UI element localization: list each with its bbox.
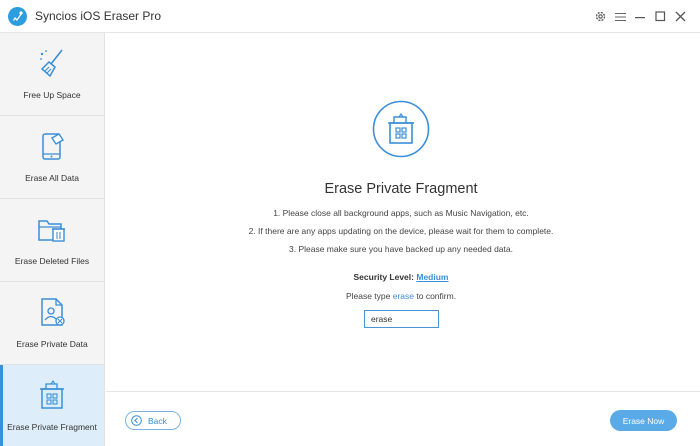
sidebar-item-free-up-space[interactable]: Free Up Space [0, 33, 104, 115]
menu-icon[interactable] [612, 8, 629, 25]
sidebar-item-label: Erase Private Fragment [7, 422, 97, 432]
folder-trash-icon [38, 220, 65, 242]
app-logo-icon [8, 7, 27, 26]
private-file-icon [41, 298, 65, 326]
sidebar: Free Up Space Erase All Data Erase Delet… [0, 33, 105, 446]
fragment-icon [372, 100, 430, 158]
instruction-step: 3. Please make sure you have backed up a… [289, 244, 513, 254]
minimize-icon[interactable] [632, 8, 649, 25]
instruction-step: 2. If there are any apps updating on the… [248, 226, 554, 236]
sidebar-item-label: Erase All Data [25, 173, 79, 183]
sidebar-item-erase-private-fragment[interactable]: Erase Private Fragment [0, 365, 104, 446]
confirm-instruction: Please type erase to confirm. [106, 291, 696, 301]
page-title: Erase Private Fragment [324, 181, 478, 197]
erase-now-button[interactable]: Erase Now [610, 410, 677, 431]
security-level-label: Security Level: [353, 272, 414, 282]
sidebar-item-erase-private-data[interactable]: Erase Private Data [0, 282, 104, 364]
broom-icon [40, 49, 63, 78]
sidebar-item-label: Erase Private Data [16, 339, 88, 349]
fragment-icon [40, 380, 64, 409]
sidebar-item-erase-deleted-files[interactable]: Erase Deleted Files [0, 199, 104, 281]
security-level: Security Level: Medium [106, 272, 696, 282]
back-button-label: Back [148, 415, 167, 426]
app-title: Syncios iOS Eraser Pro [35, 9, 162, 23]
gear-icon[interactable] [592, 8, 609, 25]
arrow-left-icon [131, 415, 142, 426]
confirm-prefix: Please type [345, 291, 391, 301]
instruction-step: 1. Please close all background apps, suc… [273, 208, 529, 218]
maximize-icon[interactable] [652, 8, 669, 25]
confirm-suffix: to confirm. [416, 291, 457, 301]
security-level-value[interactable]: Medium [416, 272, 448, 282]
close-icon[interactable] [672, 8, 689, 25]
back-button[interactable]: Back [125, 411, 181, 430]
divider [106, 391, 700, 392]
sidebar-item-label: Free Up Space [23, 90, 81, 100]
title-bar: Syncios iOS Eraser Pro [0, 0, 700, 33]
phone-erase-icon [42, 133, 64, 160]
sidebar-item-erase-all-data[interactable]: Erase All Data [0, 116, 104, 198]
main-panel: Erase Private Fragment 1. Please close a… [106, 33, 700, 446]
confirm-keyword: erase [392, 291, 414, 301]
confirm-input[interactable] [364, 310, 439, 328]
sidebar-item-label: Erase Deleted Files [14, 256, 90, 266]
